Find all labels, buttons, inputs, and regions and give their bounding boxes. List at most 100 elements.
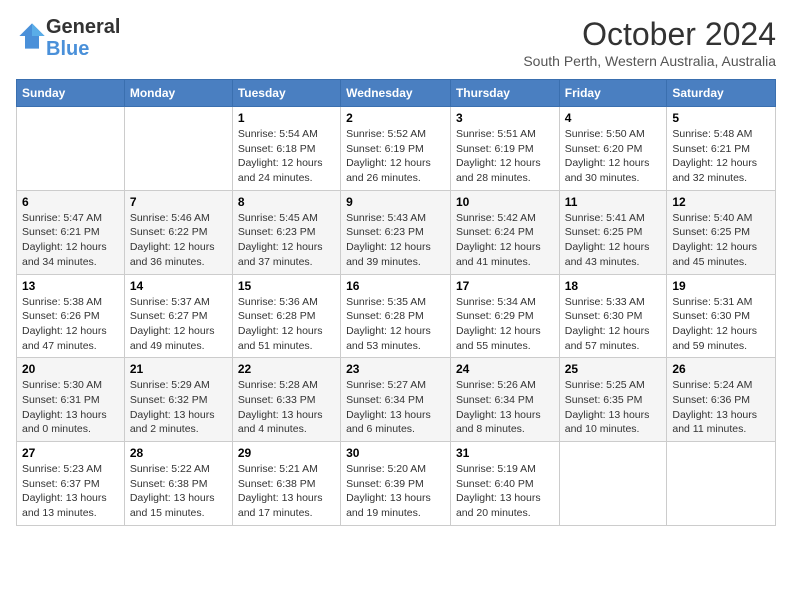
day-info: Sunrise: 5:52 AMSunset: 6:19 PMDaylight:…: [346, 127, 445, 186]
day-number: 7: [130, 195, 227, 209]
day-number: 18: [565, 279, 662, 293]
day-info: Sunrise: 5:38 AMSunset: 6:26 PMDaylight:…: [22, 295, 119, 354]
day-of-week-header: Saturday: [667, 80, 776, 107]
calendar-body: 1Sunrise: 5:54 AMSunset: 6:18 PMDaylight…: [17, 107, 776, 526]
day-of-week-header: Friday: [559, 80, 667, 107]
day-number: 30: [346, 446, 445, 460]
day-info: Sunrise: 5:54 AMSunset: 6:18 PMDaylight:…: [238, 127, 335, 186]
day-info: Sunrise: 5:43 AMSunset: 6:23 PMDaylight:…: [346, 211, 445, 270]
calendar-cell: 22 Sunrise: 5:28 AMSunset: 6:33 PMDayligh…: [232, 358, 340, 442]
calendar-header: SundayMondayTuesdayWednesdayThursdayFrid…: [17, 80, 776, 107]
calendar-cell: 17 Sunrise: 5:34 AMSunset: 6:29 PMDayligh…: [450, 274, 559, 358]
calendar-cell: [17, 107, 125, 191]
calendar-cell: 18Sunrise: 5:33 AMSunset: 6:30 PMDayligh…: [559, 274, 667, 358]
day-info: Sunrise: 5:35 AMSunset: 6:28 PMDaylight:…: [346, 295, 445, 354]
calendar-cell: 28 Sunrise: 5:22 AMSunset: 6:38 PMDayligh…: [124, 442, 232, 526]
calendar-cell: 4 Sunrise: 5:50 AMSunset: 6:20 PMDaylight…: [559, 107, 667, 191]
calendar-table: SundayMondayTuesdayWednesdayThursdayFrid…: [16, 79, 776, 526]
day-number: 20: [22, 362, 119, 376]
day-info: Sunrise: 5:42 AMSunset: 6:24 PMDaylight:…: [456, 211, 554, 270]
logo-icon: [18, 22, 46, 50]
calendar-cell: 31 Sunrise: 5:19 AMSunset: 6:40 PMDayligh…: [450, 442, 559, 526]
calendar-cell: 27 Sunrise: 5:23 AMSunset: 6:37 PMDayligh…: [17, 442, 125, 526]
calendar-cell: 23 Sunrise: 5:27 AMSunset: 6:34 PMDayligh…: [341, 358, 451, 442]
day-info: Sunrise: 5:26 AMSunset: 6:34 PMDaylight:…: [456, 378, 554, 437]
day-info: Sunrise: 5:29 AMSunset: 6:32 PMDaylight:…: [130, 378, 227, 437]
calendar-cell: 25 Sunrise: 5:25 AMSunset: 6:35 PMDayligh…: [559, 358, 667, 442]
calendar-cell: 6 Sunrise: 5:47 AMSunset: 6:21 PMDaylight…: [17, 190, 125, 274]
calendar-cell: 24Sunrise: 5:26 AMSunset: 6:34 PMDayligh…: [450, 358, 559, 442]
day-info: Sunrise: 5:20 AMSunset: 6:39 PMDaylight:…: [346, 462, 445, 521]
day-number: 14: [130, 279, 227, 293]
day-number: 17: [456, 279, 554, 293]
day-number: 11: [565, 195, 662, 209]
day-info: Sunrise: 5:51 AMSunset: 6:19 PMDaylight:…: [456, 127, 554, 186]
day-of-week-header: Wednesday: [341, 80, 451, 107]
day-number: 2: [346, 111, 445, 125]
calendar-cell: 29 Sunrise: 5:21 AMSunset: 6:38 PMDayligh…: [232, 442, 340, 526]
calendar-week-row: 27 Sunrise: 5:23 AMSunset: 6:37 PMDayligh…: [17, 442, 776, 526]
day-info: Sunrise: 5:21 AMSunset: 6:38 PMDaylight:…: [238, 462, 335, 521]
day-info: Sunrise: 5:30 AMSunset: 6:31 PMDaylight:…: [22, 378, 119, 437]
day-number: 16: [346, 279, 445, 293]
day-info: Sunrise: 5:41 AMSunset: 6:25 PMDaylight:…: [565, 211, 662, 270]
calendar-week-row: 6 Sunrise: 5:47 AMSunset: 6:21 PMDaylight…: [17, 190, 776, 274]
calendar-cell: 19 Sunrise: 5:31 AMSunset: 6:30 PMDayligh…: [667, 274, 776, 358]
day-of-week-header: Thursday: [450, 80, 559, 107]
calendar-cell: 3Sunrise: 5:51 AMSunset: 6:19 PMDaylight…: [450, 107, 559, 191]
day-of-week-header: Tuesday: [232, 80, 340, 107]
calendar-cell: 30 Sunrise: 5:20 AMSunset: 6:39 PMDayligh…: [341, 442, 451, 526]
day-info: Sunrise: 5:27 AMSunset: 6:34 PMDaylight:…: [346, 378, 445, 437]
calendar-week-row: 20 Sunrise: 5:30 AMSunset: 6:31 PMDayligh…: [17, 358, 776, 442]
day-number: 21: [130, 362, 227, 376]
calendar-cell: 14 Sunrise: 5:37 AMSunset: 6:27 PMDayligh…: [124, 274, 232, 358]
day-number: 12: [672, 195, 770, 209]
calendar-cell: 15Sunrise: 5:36 AMSunset: 6:28 PMDayligh…: [232, 274, 340, 358]
day-number: 4: [565, 111, 662, 125]
day-number: 31: [456, 446, 554, 460]
month-title: October 2024: [523, 16, 776, 53]
logo: General Blue: [16, 16, 120, 60]
day-number: 9: [346, 195, 445, 209]
calendar-cell: 2 Sunrise: 5:52 AMSunset: 6:19 PMDaylight…: [341, 107, 451, 191]
calendar-cell: 20 Sunrise: 5:30 AMSunset: 6:31 PMDayligh…: [17, 358, 125, 442]
calendar-week-row: 13 Sunrise: 5:38 AMSunset: 6:26 PMDayligh…: [17, 274, 776, 358]
day-number: 22: [238, 362, 335, 376]
day-info: Sunrise: 5:22 AMSunset: 6:38 PMDaylight:…: [130, 462, 227, 521]
day-number: 5: [672, 111, 770, 125]
day-info: Sunrise: 5:47 AMSunset: 6:21 PMDaylight:…: [22, 211, 119, 270]
day-info: Sunrise: 5:45 AMSunset: 6:23 PMDaylight:…: [238, 211, 335, 270]
calendar-cell: 10Sunrise: 5:42 AMSunset: 6:24 PMDayligh…: [450, 190, 559, 274]
subtitle: South Perth, Western Australia, Australi…: [523, 53, 776, 69]
day-number: 27: [22, 446, 119, 460]
day-number: 26: [672, 362, 770, 376]
day-info: Sunrise: 5:37 AMSunset: 6:27 PMDaylight:…: [130, 295, 227, 354]
day-info: Sunrise: 5:34 AMSunset: 6:29 PMDaylight:…: [456, 295, 554, 354]
calendar-cell: [124, 107, 232, 191]
day-number: 19: [672, 279, 770, 293]
day-info: Sunrise: 5:40 AMSunset: 6:25 PMDaylight:…: [672, 211, 770, 270]
day-info: Sunrise: 5:36 AMSunset: 6:28 PMDaylight:…: [238, 295, 335, 354]
day-info: Sunrise: 5:25 AMSunset: 6:35 PMDaylight:…: [565, 378, 662, 437]
day-number: 28: [130, 446, 227, 460]
day-number: 29: [238, 446, 335, 460]
calendar-cell: 7 Sunrise: 5:46 AMSunset: 6:22 PMDaylight…: [124, 190, 232, 274]
page-header: General Blue October 2024 South Perth, W…: [16, 16, 776, 69]
calendar-cell: 13 Sunrise: 5:38 AMSunset: 6:26 PMDayligh…: [17, 274, 125, 358]
day-number: 25: [565, 362, 662, 376]
day-info: Sunrise: 5:31 AMSunset: 6:30 PMDaylight:…: [672, 295, 770, 354]
day-info: Sunrise: 5:46 AMSunset: 6:22 PMDaylight:…: [130, 211, 227, 270]
day-number: 13: [22, 279, 119, 293]
calendar-cell: 12 Sunrise: 5:40 AMSunset: 6:25 PMDayligh…: [667, 190, 776, 274]
day-number: 23: [346, 362, 445, 376]
day-of-week-header: Monday: [124, 80, 232, 107]
day-info: Sunrise: 5:19 AMSunset: 6:40 PMDaylight:…: [456, 462, 554, 521]
day-info: Sunrise: 5:23 AMSunset: 6:37 PMDaylight:…: [22, 462, 119, 521]
day-info: Sunrise: 5:50 AMSunset: 6:20 PMDaylight:…: [565, 127, 662, 186]
day-info: Sunrise: 5:28 AMSunset: 6:33 PMDaylight:…: [238, 378, 335, 437]
day-number: 6: [22, 195, 119, 209]
calendar-cell: 5Sunrise: 5:48 AMSunset: 6:21 PMDaylight…: [667, 107, 776, 191]
calendar-cell: 1Sunrise: 5:54 AMSunset: 6:18 PMDaylight…: [232, 107, 340, 191]
calendar-cell: 26Sunrise: 5:24 AMSunset: 6:36 PMDayligh…: [667, 358, 776, 442]
calendar-cell: [667, 442, 776, 526]
